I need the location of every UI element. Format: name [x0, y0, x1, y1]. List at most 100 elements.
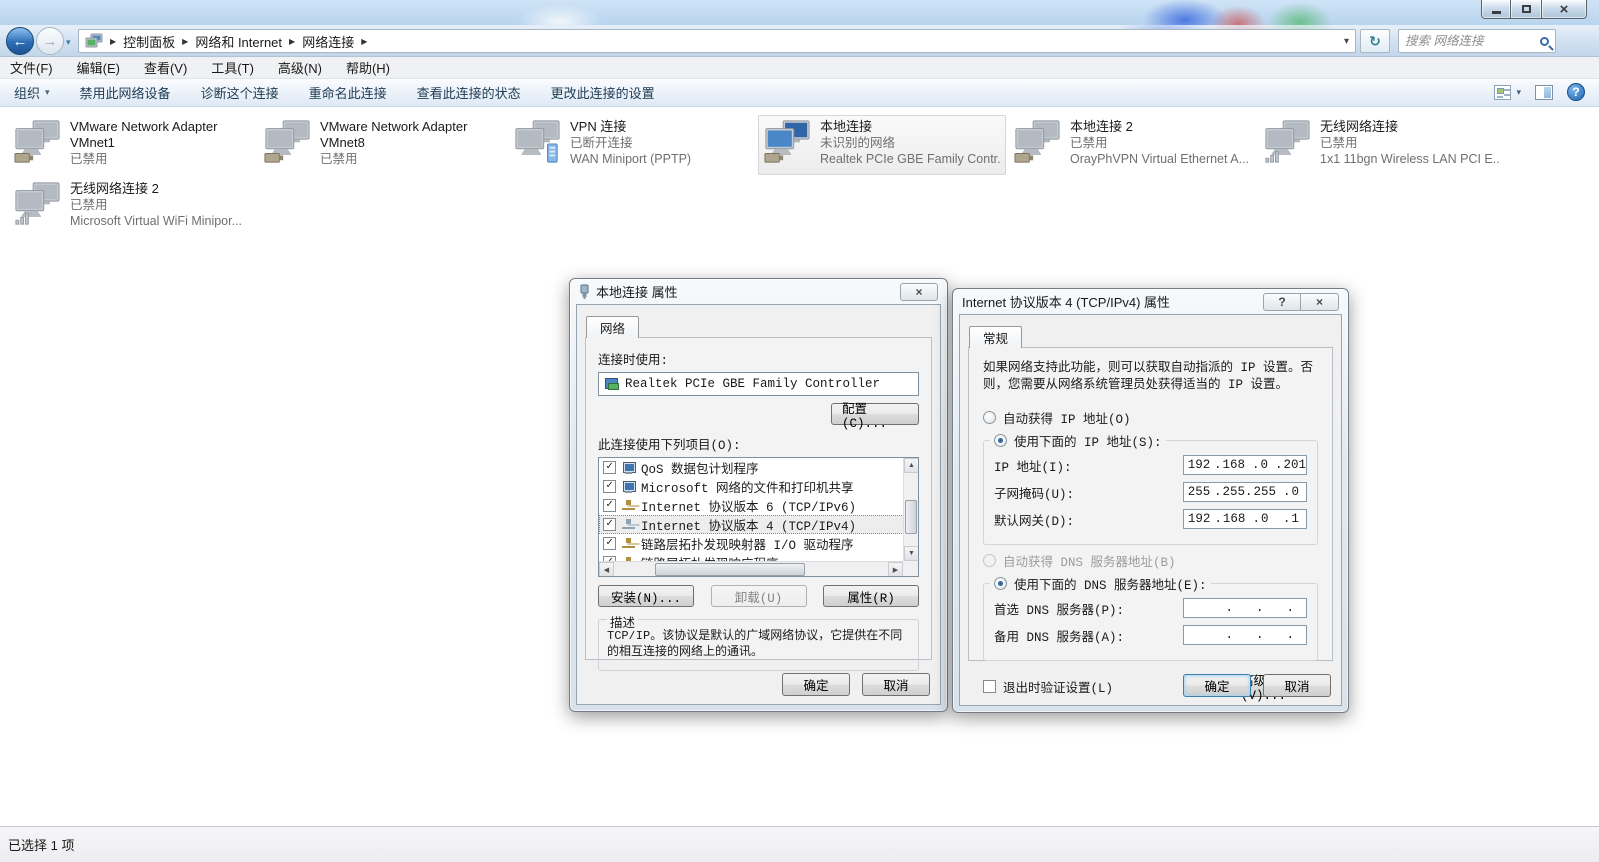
menu-tools[interactable]: 工具(T)	[211, 58, 254, 77]
ip-octet[interactable]: 255	[1184, 485, 1214, 499]
forward-button[interactable]: →	[36, 27, 64, 55]
scroll-right-icon[interactable]: ▶	[888, 562, 903, 577]
breadcrumb-separator-icon[interactable]: ▶	[361, 37, 367, 46]
ok-button[interactable]: 确定	[782, 673, 850, 696]
menu-file[interactable]: 文件(F)	[10, 58, 53, 77]
menu-edit[interactable]: 编辑(E)	[77, 58, 120, 77]
dialog-titlebar[interactable]: 本地连接 属性 ×	[570, 279, 947, 304]
ip-octet[interactable]: 168	[1214, 458, 1245, 472]
checkbox-checked[interactable]: ✓	[603, 537, 616, 550]
search-input[interactable]	[1405, 34, 1540, 48]
checkbox-unchecked[interactable]	[983, 680, 996, 693]
list-item[interactable]: ✓ QoS 数据包计划程序	[599, 458, 918, 477]
ip-octet[interactable]: 201	[1275, 458, 1306, 472]
ip-octet[interactable]: 192	[1184, 458, 1214, 472]
alternate-dns-input[interactable]	[1183, 625, 1307, 645]
ip-octet[interactable]: 0	[1245, 458, 1275, 472]
dialog-close-button[interactable]: ×	[1301, 293, 1339, 311]
ip-octet[interactable]	[1245, 628, 1276, 642]
scrollbar-thumb[interactable]	[905, 500, 917, 534]
ip-octet[interactable]: 168	[1214, 512, 1245, 526]
radio-auto-ip[interactable]: 自动获得 IP 地址(O)	[983, 408, 1318, 427]
change-settings-button[interactable]: 更改此连接的设置	[551, 83, 655, 102]
ip-address-input[interactable]: 1921680201	[1183, 455, 1307, 475]
dialog-help-button[interactable]: ?	[1263, 293, 1301, 311]
preferred-dns-input[interactable]	[1183, 598, 1307, 618]
ip-octet[interactable]	[1215, 628, 1246, 642]
tab-general[interactable]: 常规	[969, 326, 1022, 348]
checkbox-checked[interactable]: ✓	[603, 461, 616, 474]
radio-icon-checked[interactable]	[994, 434, 1007, 447]
ip-octet[interactable]	[1245, 601, 1276, 615]
radio-manual-ip[interactable]: 使用下面的 IP 地址(S):	[990, 431, 1166, 450]
ip-octet[interactable]	[1276, 601, 1307, 615]
ip-octet[interactable]: 0	[1245, 512, 1275, 526]
adapter-local-area-connection-2[interactable]: 本地连接 2 已禁用 OrayPhVPN Virtual Ethernet A.…	[1008, 115, 1256, 175]
close-button[interactable]: ×	[1541, 0, 1587, 19]
scrollbar-thumb[interactable]	[655, 563, 805, 576]
dialog-titlebar[interactable]: Internet 协议版本 4 (TCP/IPv4) 属性 ? ×	[953, 289, 1348, 314]
maximize-button[interactable]	[1511, 0, 1541, 19]
preview-pane-button[interactable]	[1535, 85, 1553, 100]
adapter-vmnet8[interactable]: VMware Network Adapter VMnet8 已禁用	[258, 115, 506, 175]
ip-octet[interactable]: 0	[1276, 485, 1306, 499]
list-item[interactable]: ✓ 链路层拓扑发现映射器 I/O 驱动程序	[599, 534, 918, 553]
organize-button[interactable]: 组织 ▾	[14, 83, 50, 102]
help-button[interactable]: ?	[1567, 83, 1585, 101]
diagnose-connection-button[interactable]: 诊断这个连接	[201, 83, 279, 102]
adapter-wireless-2[interactable]: 无线网络连接 2 已禁用 Microsoft Virtual WiFi Mini…	[8, 177, 256, 237]
radio-icon-checked[interactable]	[994, 577, 1007, 590]
breadcrumb-control-panel[interactable]: 控制面板	[123, 32, 175, 51]
horizontal-scrollbar[interactable]: ◀ ▶	[599, 561, 903, 576]
tab-network[interactable]: 网络	[586, 316, 639, 338]
address-dropdown-icon[interactable]: ▾	[1344, 36, 1349, 47]
checkbox-checked[interactable]: ✓	[603, 480, 616, 493]
ip-octet[interactable]: 1	[1276, 512, 1306, 526]
protocol-list[interactable]: ✓ QoS 数据包计划程序 ✓ Microsoft 网络的文件和打印机共享 ✓ …	[598, 457, 919, 577]
validate-checkbox-row[interactable]: 退出时验证设置(L)	[983, 677, 1113, 696]
ip-octet[interactable]: 192	[1184, 512, 1214, 526]
breadcrumb-separator-icon[interactable]: ▶	[289, 37, 295, 46]
checkbox-checked[interactable]: ✓	[603, 518, 616, 531]
menu-advanced[interactable]: 高级(N)	[278, 58, 322, 77]
breadcrumb-separator-icon[interactable]: ▶	[182, 37, 188, 46]
subnet-mask-input[interactable]: 2552552550	[1183, 482, 1307, 502]
menu-view[interactable]: 查看(V)	[144, 58, 187, 77]
dialog-close-button[interactable]: ×	[900, 283, 938, 301]
radio-icon[interactable]	[983, 411, 996, 424]
adapter-vmnet1[interactable]: VMware Network Adapter VMnet1 已禁用	[8, 115, 256, 175]
disable-device-button[interactable]: 禁用此网络设备	[80, 83, 171, 102]
refresh-button[interactable]: ↻	[1360, 29, 1390, 53]
checkbox-checked[interactable]: ✓	[603, 499, 616, 512]
list-item-ipv4-selected[interactable]: ✓ Internet 协议版本 4 (TCP/IPv4)	[599, 515, 918, 534]
install-button[interactable]: 安装(N)...	[598, 585, 694, 607]
gateway-input[interactable]: 19216801	[1183, 509, 1307, 529]
configure-button[interactable]: 配置(C)...	[831, 403, 919, 425]
properties-button[interactable]: 属性(R)	[823, 585, 919, 607]
menu-help[interactable]: 帮助(H)	[346, 58, 390, 77]
rename-connection-button[interactable]: 重命名此连接	[309, 83, 387, 102]
radio-manual-dns[interactable]: 使用下面的 DNS 服务器地址(E):	[990, 574, 1211, 593]
ip-octet[interactable]	[1276, 628, 1307, 642]
adapter-vpn[interactable]: VPN 连接 已断开连接 WAN Miniport (PPTP)	[508, 115, 756, 175]
scroll-up-icon[interactable]: ▲	[904, 458, 919, 473]
cancel-button[interactable]: 取消	[1263, 674, 1331, 697]
breadcrumb-network-internet[interactable]: 网络和 Internet	[195, 32, 282, 51]
list-item[interactable]: ✓ Microsoft 网络的文件和打印机共享	[599, 477, 918, 496]
breadcrumb-network-connections[interactable]: 网络连接	[302, 32, 354, 51]
ip-octet[interactable]: 255	[1214, 485, 1245, 499]
minimize-button[interactable]	[1481, 0, 1511, 19]
list-item[interactable]: ✓ Internet 协议版本 6 (TCP/IPv6)	[599, 496, 918, 515]
ip-octet[interactable]: 255	[1245, 485, 1276, 499]
back-button[interactable]: ←	[6, 27, 34, 55]
view-status-button[interactable]: 查看此连接的状态	[417, 83, 521, 102]
adapter-wireless[interactable]: 无线网络连接 已禁用 1x1 11bgn Wireless LAN PCI E.…	[1258, 115, 1506, 175]
scroll-left-icon[interactable]: ◀	[599, 562, 614, 577]
address-bar[interactable]: ▶ 控制面板 ▶ 网络和 Internet ▶ 网络连接 ▶ ▾	[78, 29, 1356, 53]
vertical-scrollbar[interactable]: ▲ ▼	[903, 458, 918, 561]
search-box[interactable]	[1398, 29, 1556, 53]
scroll-down-icon[interactable]: ▼	[904, 546, 919, 561]
recent-pages-dropdown[interactable]: ▾	[66, 37, 71, 48]
change-view-button[interactable]: ▾	[1494, 85, 1521, 100]
cancel-button[interactable]: 取消	[862, 673, 930, 696]
